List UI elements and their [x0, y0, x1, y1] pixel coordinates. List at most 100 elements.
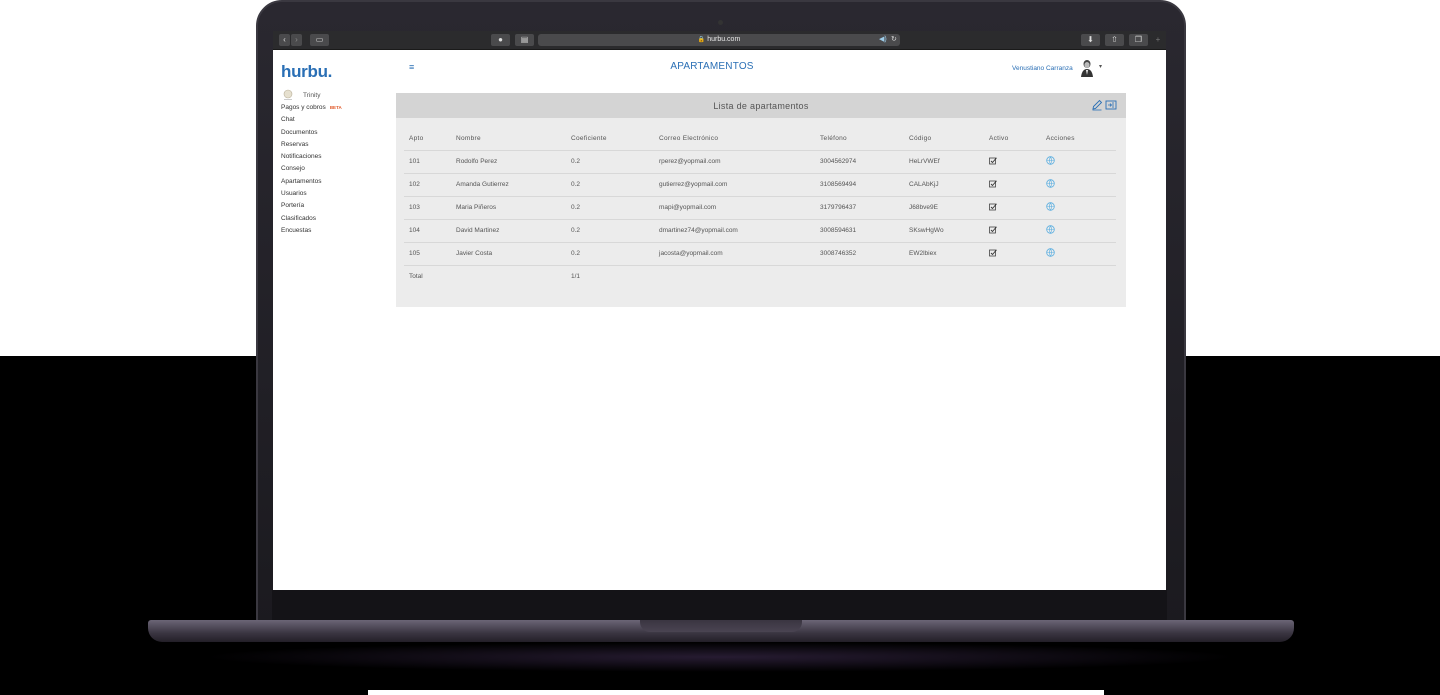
org-selector[interactable]: Trinity — [281, 88, 381, 102]
checkbox-checked-icon[interactable] — [989, 226, 997, 234]
cell-codigo: J68bve9E — [904, 196, 984, 220]
sidebar-item-notificaciones[interactable]: Notificaciones — [281, 151, 381, 163]
logo-text: hurbu — [281, 62, 328, 81]
cell-nombre: Javier Costa — [451, 242, 566, 266]
sidebar: Trinity Pagos y cobros BETA Chat Document… — [281, 88, 381, 237]
sidebar-item-usuarios[interactable]: Usuarios — [281, 188, 381, 200]
cell-acciones — [1041, 173, 1116, 197]
password-icon[interactable]: ▤ — [515, 34, 534, 46]
total-label: Total — [409, 273, 423, 281]
cell-acciones — [1041, 150, 1116, 174]
col-acciones: Acciones — [1041, 127, 1116, 151]
cell-acciones — [1041, 219, 1116, 243]
table-row[interactable]: 101 Rodolfo Perez 0.2 rperez@yopmail.com 300… — [404, 150, 1116, 174]
panel-header: Lista de apartamentos — [396, 93, 1126, 118]
cell-activo — [984, 219, 1041, 243]
new-tab-icon[interactable]: + — [1152, 34, 1164, 46]
sidebar-item-clasificados[interactable]: Clasificados — [281, 213, 381, 225]
beta-badge: BETA — [329, 105, 342, 110]
globe-action-icon[interactable] — [1046, 179, 1055, 188]
cell-apto: 103 — [404, 196, 451, 220]
checkbox-checked-icon[interactable] — [989, 157, 997, 165]
tabs-icon[interactable]: ❐ — [1129, 34, 1148, 46]
hamburger-menu-icon[interactable]: ≡ — [409, 62, 414, 72]
cell-nombre: Amanda Gutierrez — [451, 173, 566, 197]
total-coeficiente: 1/1 — [571, 273, 581, 281]
reload-icon[interactable]: ↻ — [891, 34, 897, 46]
screen: ‹ › ▭ ● ▤ 🔒 hurbu.com ◀) ↻ ⬇ ⇧ ❐ + hurbu.… — [273, 31, 1166, 590]
edit-icon[interactable] — [1091, 99, 1103, 111]
total-row: Total 1/1 — [404, 265, 1116, 288]
back-icon[interactable]: ‹ — [279, 34, 290, 46]
cell-correo: rperez@yopmail.com — [654, 150, 815, 174]
globe-action-icon[interactable] — [1046, 202, 1055, 211]
table-row[interactable]: 105 Javier Costa 0.2 jacosta@yopmail.com 300… — [404, 242, 1116, 266]
app: hurbu. ≡ APARTAMENTOS Venustiano Carranz… — [273, 50, 1166, 590]
cell-codigo: CALAbKjJ — [904, 173, 984, 197]
cell-coeficiente: 0.2 — [566, 242, 654, 266]
export-icon[interactable] — [1105, 99, 1117, 111]
org-logo-icon — [283, 89, 293, 100]
apartments-panel: Lista de apartamentos Apto Nombre Coefic… — [396, 93, 1126, 307]
total-empty — [654, 265, 815, 288]
cell-nombre: Rodolfo Perez — [451, 150, 566, 174]
globe-action-icon[interactable] — [1046, 225, 1055, 234]
camera — [718, 20, 723, 25]
col-coeficiente[interactable]: Coeficiente — [566, 127, 654, 151]
table-row[interactable]: 102 Amanda Gutierrez 0.2 gutierrez@yopmail.… — [404, 173, 1116, 197]
col-nombre[interactable]: Nombre — [451, 127, 566, 151]
laptop-shadow — [200, 642, 1240, 672]
user-avatar[interactable] — [1080, 59, 1094, 77]
url-text: hurbu.com — [707, 36, 741, 43]
cell-telefono: 3008594631 — [815, 219, 904, 243]
logo[interactable]: hurbu. — [281, 62, 332, 82]
col-codigo[interactable]: Código — [904, 127, 984, 151]
share-icon[interactable]: ⇧ — [1105, 34, 1124, 46]
panel-title: Lista de apartamentos — [713, 101, 809, 111]
user-name[interactable]: Venustiano Carranza — [1012, 65, 1073, 72]
col-apto[interactable]: Apto — [404, 127, 451, 151]
sidebar-item-documentos[interactable]: Documentos — [281, 127, 381, 139]
table-row[interactable]: 103 Maria Piñeros 0.2 mapi@yopmail.com 31797… — [404, 196, 1116, 220]
sidebar-item-pagos[interactable]: Pagos y cobros BETA — [281, 102, 381, 114]
cell-telefono: 3179796437 — [815, 196, 904, 220]
forward-icon[interactable]: › — [291, 34, 302, 46]
privacy-icon[interactable]: ● — [491, 34, 510, 46]
globe-action-icon[interactable] — [1046, 156, 1055, 165]
page-title: APARTAMENTOS — [670, 61, 754, 72]
sidebar-item-consejo[interactable]: Consejo — [281, 163, 381, 175]
cell-coeficiente: 0.2 — [566, 219, 654, 243]
col-activo[interactable]: Activo — [984, 127, 1041, 151]
downloads-icon[interactable]: ⬇ — [1081, 34, 1100, 46]
col-correo[interactable]: Correo Electrónico — [654, 127, 815, 151]
cell-nombre: David Martinez — [451, 219, 566, 243]
cell-codigo: HeLrVWEf — [904, 150, 984, 174]
cell-telefono: 3008746352 — [815, 242, 904, 266]
speaker-icon[interactable]: ◀) — [879, 34, 887, 46]
floor-strip — [368, 690, 1104, 695]
sidebar-item-chat[interactable]: Chat — [281, 114, 381, 126]
total-empty — [815, 265, 904, 288]
cell-telefono: 3108569494 — [815, 173, 904, 197]
sidebar-item-apartamentos[interactable]: Apartamentos — [281, 176, 381, 188]
cell-acciones — [1041, 196, 1116, 220]
sidebar-toggle-icon[interactable]: ▭ — [310, 34, 329, 46]
cell-nombre: Maria Piñeros — [451, 196, 566, 220]
sidebar-item-encuestas[interactable]: Encuestas — [281, 225, 381, 237]
table-row[interactable]: 104 David Martinez 0.2 dmartinez74@yopmail.… — [404, 219, 1116, 243]
checkbox-checked-icon[interactable] — [989, 203, 997, 211]
col-telefono[interactable]: Teléfono — [815, 127, 904, 151]
globe-action-icon[interactable] — [1046, 248, 1055, 257]
lock-icon: 🔒 — [697, 37, 706, 43]
laptop-notch — [640, 620, 802, 632]
apartments-table: Apto Nombre Coeficiente Correo Electróni… — [404, 127, 1116, 288]
address-bar[interactable]: 🔒 hurbu.com — [538, 34, 900, 46]
cell-coeficiente: 0.2 — [566, 196, 654, 220]
checkbox-checked-icon[interactable] — [989, 249, 997, 257]
table-header-row: Apto Nombre Coeficiente Correo Electróni… — [404, 127, 1116, 151]
sidebar-item-reservas[interactable]: Reservas — [281, 139, 381, 151]
sidebar-item-porteria[interactable]: Portería — [281, 200, 381, 212]
checkbox-checked-icon[interactable] — [989, 180, 997, 188]
cell-correo: gutierrez@yopmail.com — [654, 173, 815, 197]
chevron-down-icon[interactable]: ▾ — [1099, 63, 1102, 70]
